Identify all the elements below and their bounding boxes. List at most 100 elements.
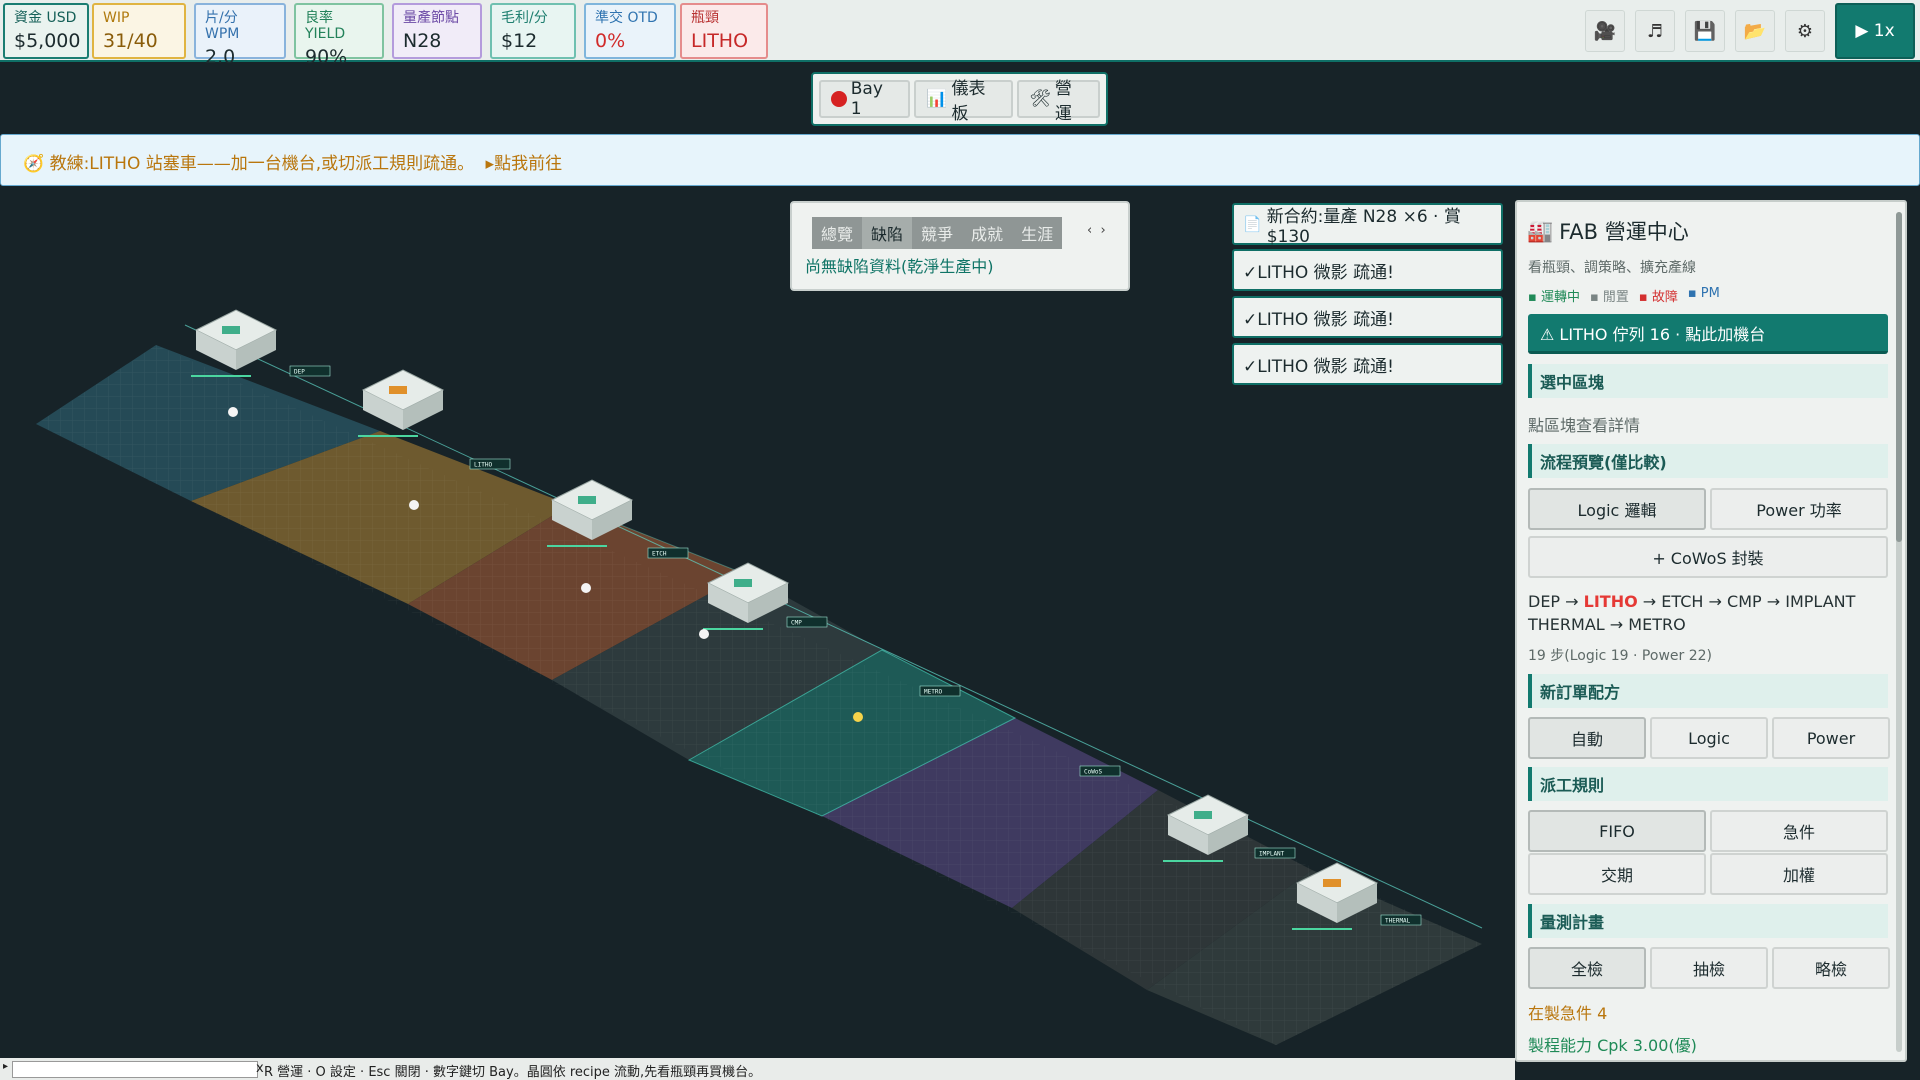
option-button[interactable]: 急件 <box>1710 810 1888 852</box>
tab-3[interactable]: 成就 <box>962 217 1013 249</box>
bay-button[interactable]: Bay 1 <box>819 79 911 119</box>
flow-logic-button[interactable]: Logic 邏輯 <box>1528 488 1706 530</box>
speed-button[interactable]: ▶ 1x <box>1835 3 1915 59</box>
stat-value: LITHO <box>691 30 749 52</box>
camera-icon[interactable]: 🎥 <box>1585 10 1625 52</box>
stat-card: 資金 USD $5,000 <box>3 3 89 59</box>
ops-button[interactable]: 🛠 營運 <box>1017 79 1100 124</box>
option-button[interactable]: 加權 <box>1710 853 1888 895</box>
option-button[interactable]: Logic <box>1650 717 1768 759</box>
coach-banner[interactable]: 🧭 教練:LITHO 站塞車——加一台機台,或切派工規則疏通。 ▸點我前往 <box>0 134 1920 186</box>
view-switcher: Bay 1 📊 儀表板 🛠 營運 <box>811 72 1108 126</box>
bottleneck-alert-button[interactable]: ⚠ LITHO 佇列 16 · 點此加機台 <box>1528 314 1888 354</box>
flow-arrow: → <box>1637 592 1662 611</box>
station-tag: ETCH <box>647 547 689 559</box>
flow-steps: DEP → LITHO → ETCH → CMP → IMPLANT THERMA… <box>1528 590 1868 636</box>
toast-text: 新合約:量產 N28 ×6 · 賞$130 <box>1266 206 1461 247</box>
stat-label: 量產節點 <box>403 10 459 26</box>
recipe-header: 新訂單配方 <box>1528 674 1888 708</box>
option-button[interactable]: 略檢 <box>1772 947 1890 989</box>
stat-card: 量產節點 N28 <box>392 3 482 59</box>
legend-item: ▪ 閒置 <box>1589 290 1629 305</box>
stat-card: 片/分 WPM 2.0 <box>194 3 286 68</box>
tab-1[interactable]: 缺陷 <box>862 217 913 249</box>
flow-count: 19 步(Logic 19 · Power 22) <box>1528 648 1712 664</box>
station-tag: IMPLANT <box>1254 847 1296 859</box>
analytics-tabs: 總覽 缺陷 競爭 成就 生涯 <box>812 217 1063 249</box>
cowos-button[interactable]: + CoWoS 封裝 <box>1528 536 1888 578</box>
flow-header: 流程預覽(僅比較) <box>1528 444 1888 478</box>
flow-power-button[interactable]: Power 功率 <box>1710 488 1888 530</box>
option-button[interactable]: FIFO <box>1528 810 1706 852</box>
station-tag: CMP <box>786 616 828 628</box>
expand-arrow-icon[interactable]: ▸ <box>3 1061 8 1072</box>
flow-arrow: → <box>1761 592 1786 611</box>
stat-value: $12 <box>501 30 538 52</box>
station-tag-text: CMP <box>791 620 802 627</box>
panel-title-text: FAB 營運中心 <box>1559 220 1689 244</box>
chart-icon: 📊 <box>926 89 948 109</box>
stat-label: 毛利/分 <box>501 10 548 26</box>
toast-notification: ✓LITHO 微影 疏通! <box>1232 249 1503 291</box>
tab-0[interactable]: 總覽 <box>812 217 863 249</box>
station-tag: LITHO <box>469 458 511 470</box>
station-tag-text: IMPLANT <box>1259 851 1285 858</box>
option-button[interactable]: 交期 <box>1528 853 1706 895</box>
toast-text: ✓LITHO 微影 疏通! <box>1243 262 1394 283</box>
tab-2[interactable]: 競爭 <box>912 217 963 249</box>
tool-machine[interactable] <box>358 369 445 437</box>
flow-step: CMP <box>1727 592 1762 611</box>
stat-label: WIP <box>103 10 130 26</box>
music-icon[interactable]: ♬ <box>1635 10 1675 52</box>
panel-scroll-thumb[interactable] <box>1896 212 1902 542</box>
document-icon: 📄 <box>1243 215 1262 233</box>
toast-notification: ✓LITHO 微影 疏通! <box>1232 343 1503 385</box>
stat-card: 瓶頸 LITHO <box>680 3 768 59</box>
toast-notification: 📄 新合約:量產 N28 ×6 · 賞$130 <box>1232 203 1503 247</box>
tools-icon: 🛠 <box>1029 89 1051 109</box>
toast-notification: ✓LITHO 微影 疏通! <box>1232 296 1503 338</box>
status-prefix: x <box>256 1061 264 1076</box>
flow-step: THERMAL <box>1528 615 1605 634</box>
cpk-readout: 製程能力 Cpk 3.00(優) <box>1528 1036 1697 1055</box>
option-button[interactable]: 自動 <box>1528 717 1646 759</box>
dashboard-label: 儀表板 <box>951 79 986 124</box>
tab-4[interactable]: 生涯 <box>1012 217 1063 249</box>
dispatch-header: 派工規則 <box>1528 767 1888 801</box>
status-legend: ▪ 運轉中 ▪ 閒置 ▪ 故障 ▪ PM <box>1528 286 1720 305</box>
folder-icon[interactable]: 📂 <box>1735 10 1775 52</box>
operator <box>228 407 238 417</box>
option-button[interactable]: 全檢 <box>1528 947 1646 989</box>
floor-tiles <box>36 324 1483 1045</box>
flow-step: METRO <box>1628 615 1686 634</box>
option-button[interactable]: Power <box>1772 717 1890 759</box>
ops-label: 營運 <box>1054 79 1072 124</box>
station-tag: CoWoS <box>1079 765 1121 777</box>
stat-label: 良率 YIELD <box>305 10 346 42</box>
flow-step: ETCH <box>1661 592 1704 611</box>
command-input[interactable] <box>12 1061 258 1078</box>
flow-step: LITHO <box>1583 592 1638 611</box>
stat-label: 瓶頸 <box>691 10 719 26</box>
stat-value: 90% <box>305 46 348 68</box>
operator <box>853 712 863 722</box>
machines[interactable]: DEP LITHO ETCH CMP METRO CoWoS IMPLANT THERMAL <box>191 309 1422 930</box>
settings-icon[interactable]: ⚙ <box>1785 10 1825 52</box>
stat-value: 2.0 <box>205 46 236 68</box>
stat-label: 資金 USD <box>14 10 77 26</box>
fab-ops-panel: 🏭 FAB 營運中心 看瓶頸、調策略、擴充產線 ▪ 運轉中 ▪ 閒置 ▪ 故障 ▪ P… <box>1515 200 1907 1062</box>
coach-link[interactable]: ▸點我前往 <box>486 154 563 174</box>
station-tag: DEP <box>289 365 331 377</box>
panel-subtitle: 看瓶頸、調策略、擴充產線 <box>1528 260 1696 276</box>
station-tag-text: DEP <box>294 369 305 376</box>
tab-scroll-arrows[interactable]: ‹ › <box>1087 223 1106 238</box>
stat-label: 片/分 WPM <box>205 10 240 42</box>
bay-label: Bay 1 <box>850 79 883 119</box>
stat-label: 準交 OTD <box>595 10 658 26</box>
save-icon[interactable]: 💾 <box>1685 10 1725 52</box>
toast-text: ✓LITHO 微影 疏通! <box>1243 309 1394 330</box>
station-tag-text: METRO <box>924 689 942 696</box>
option-button[interactable]: 抽檢 <box>1650 947 1768 989</box>
zone-header: 選中區塊 <box>1528 364 1888 398</box>
dashboard-button[interactable]: 📊 儀表板 <box>914 79 1014 124</box>
